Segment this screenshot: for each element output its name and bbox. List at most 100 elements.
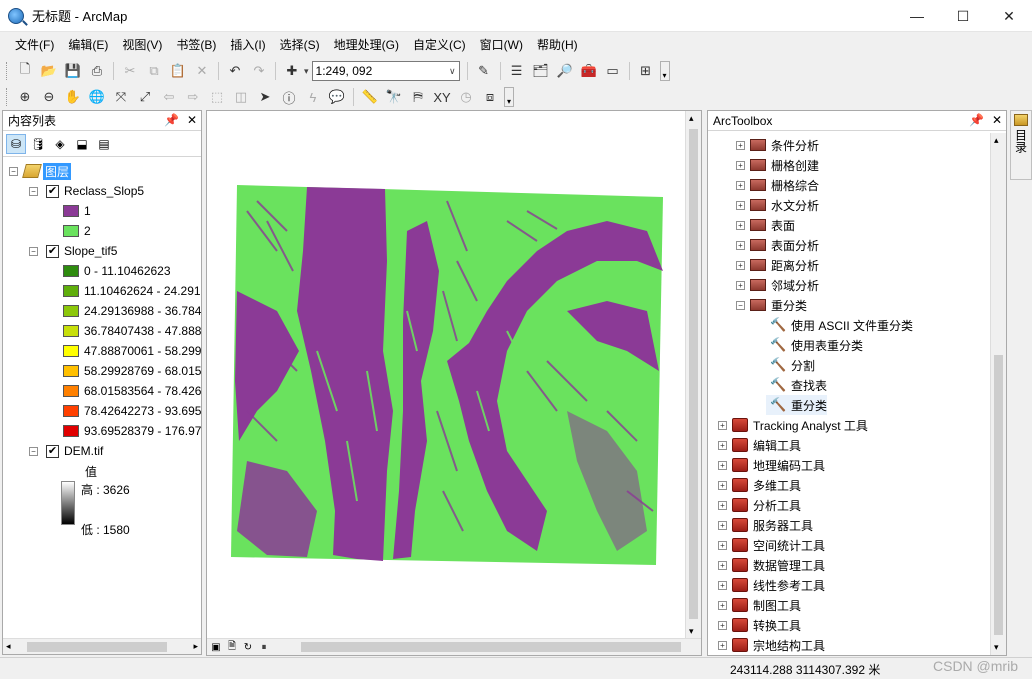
- legend-class[interactable]: 2: [63, 221, 91, 241]
- full-extent-icon[interactable]: 🌐: [87, 87, 107, 107]
- go-to-xy-icon[interactable]: XY: [432, 87, 452, 107]
- arctoolbox-icon[interactable]: 🧰: [579, 61, 599, 81]
- menu-help[interactable]: 帮助(H): [530, 34, 585, 56]
- redo-icon[interactable]: ↷: [249, 61, 269, 81]
- undo-icon[interactable]: ↶: [225, 61, 245, 81]
- forward-extent-icon[interactable]: ⇨: [183, 87, 203, 107]
- print-icon[interactable]: ⎙: [87, 61, 107, 81]
- toolset-item[interactable]: + 表面: [736, 215, 795, 235]
- toolbox-vertical-scrollbar[interactable]: ▴ ▾: [990, 133, 1006, 655]
- map-view[interactable]: ▴ ▾ ▣ 🗎 ↻ ⏸: [206, 110, 702, 656]
- scroll-right-icon[interactable]: ▸: [193, 641, 198, 652]
- layers-root[interactable]: − 图层: [9, 161, 72, 181]
- pause-drawing-icon[interactable]: ⏸: [257, 640, 271, 654]
- layer-name[interactable]: Slope_tif5: [64, 244, 117, 258]
- menu-customize[interactable]: 自定义(C): [406, 34, 473, 56]
- toolset-item[interactable]: + 邻域分析: [736, 275, 819, 295]
- tool-item[interactable]: 🔨 使用 ASCII 文件重分类: [766, 315, 913, 335]
- pan-icon[interactable]: ✋: [63, 87, 83, 107]
- toolbox-item[interactable]: + 多维工具: [718, 475, 801, 495]
- toolbox-item[interactable]: + 转换工具: [718, 615, 801, 635]
- toc-horizontal-scrollbar[interactable]: ◂ ▸: [3, 638, 201, 654]
- table-of-contents-icon[interactable]: ☰: [507, 61, 527, 81]
- data-view-icon[interactable]: ▣: [209, 640, 223, 654]
- scroll-thumb[interactable]: [26, 641, 167, 652]
- toolset-item-reclass[interactable]: − 重分类: [736, 295, 807, 315]
- catalog-side-tab[interactable]: 目录: [1010, 110, 1032, 180]
- scroll-down-icon[interactable]: ▾: [689, 626, 694, 637]
- toolset-item[interactable]: + 表面分析: [736, 235, 819, 255]
- list-by-visibility-icon[interactable]: ◈: [50, 134, 70, 154]
- paste-icon[interactable]: 📋: [168, 61, 188, 81]
- toolbox-item[interactable]: + 服务器工具: [718, 515, 813, 535]
- fixed-zoom-in-icon[interactable]: ⤧: [111, 87, 131, 107]
- modelbuilder-icon[interactable]: ⊞: [636, 61, 656, 81]
- copy-icon[interactable]: ⧉: [144, 61, 164, 81]
- legend-class[interactable]: 47.88870061 - 58.29928768: [63, 341, 201, 361]
- toolbox-item[interactable]: + 空间统计工具: [718, 535, 825, 555]
- toolbar-options-icon[interactable]: ▾: [504, 87, 514, 107]
- map-scale-combo[interactable]: 1:249, 092 ∨: [311, 61, 460, 81]
- toolbox-item[interactable]: + Tracking Analyst 工具: [718, 415, 868, 435]
- clear-selection-icon[interactable]: ◫: [231, 87, 251, 107]
- layer-slope[interactable]: − ✔ Slope_tif5: [29, 241, 117, 261]
- layout-view-icon[interactable]: 🗎: [225, 640, 239, 654]
- pin-icon[interactable]: 📌: [164, 113, 179, 127]
- legend-class[interactable]: 78.42642273 - 93.69528378: [63, 401, 201, 421]
- toolbox-item[interactable]: + 数据管理工具: [718, 555, 825, 575]
- menu-windows[interactable]: 窗口(W): [473, 34, 530, 56]
- close-icon[interactable]: ✕: [992, 113, 1002, 127]
- menu-bookmarks[interactable]: 书签(B): [169, 34, 223, 56]
- options-icon[interactable]: ▤: [94, 134, 114, 154]
- layer-visibility-checkbox[interactable]: ✔: [46, 184, 59, 198]
- delete-icon[interactable]: ✕: [192, 61, 212, 81]
- legend-class[interactable]: 24.29136988 - 36.78407437: [63, 301, 201, 321]
- menu-selection[interactable]: 选择(S): [273, 34, 327, 56]
- menu-file[interactable]: 文件(F): [8, 34, 61, 56]
- tool-item-selected[interactable]: 🔨 重分类: [766, 395, 828, 415]
- minimize-button[interactable]: —: [894, 0, 940, 32]
- zoom-out-icon[interactable]: ⊖: [39, 87, 59, 107]
- layer-name[interactable]: Reclass_Slop5: [64, 184, 144, 198]
- menu-edit[interactable]: 编辑(E): [61, 34, 115, 56]
- menu-insert[interactable]: 插入(I): [223, 34, 272, 56]
- list-by-drawing-order-icon[interactable]: ⛁: [6, 133, 26, 154]
- legend-class[interactable]: 93.69528379 - 176.97: [63, 421, 201, 441]
- list-by-source-icon[interactable]: 🛢: [28, 134, 48, 154]
- select-features-icon[interactable]: ⬚: [207, 87, 227, 107]
- toolset-item[interactable]: + 水文分析: [736, 195, 819, 215]
- map-vertical-scrollbar[interactable]: ▴ ▾: [685, 111, 701, 639]
- toolbox-item[interactable]: + 编辑工具: [718, 435, 801, 455]
- legend-class[interactable]: 68.01583564 - 78.42642272: [63, 381, 201, 401]
- layer-dem[interactable]: − ✔ DEM.tif: [29, 441, 103, 461]
- collapse-icon[interactable]: −: [29, 446, 38, 456]
- legend-class[interactable]: 0 - 11.10462623: [63, 261, 171, 281]
- chevron-down-icon[interactable]: ∨: [449, 66, 456, 77]
- list-by-selection-icon[interactable]: ⬓: [72, 134, 92, 154]
- close-icon[interactable]: ✕: [187, 113, 197, 127]
- add-data-dropdown-icon[interactable]: ▾: [304, 66, 309, 77]
- collapse-icon[interactable]: −: [29, 246, 38, 256]
- scroll-thumb[interactable]: [994, 355, 1003, 635]
- reclass-raster-map[interactable]: [207, 111, 685, 639]
- legend-class[interactable]: 58.29928769 - 68.01583563: [63, 361, 201, 381]
- collapse-icon[interactable]: −: [9, 166, 18, 176]
- scroll-up-icon[interactable]: ▴: [994, 135, 999, 146]
- toolbox-item[interactable]: + 分析工具: [718, 495, 801, 515]
- toolbar-grip[interactable]: [6, 88, 9, 106]
- layer-name[interactable]: DEM.tif: [64, 444, 103, 458]
- toolbar-grip[interactable]: [6, 62, 9, 80]
- catalog-window-icon[interactable]: 🗂: [531, 61, 551, 81]
- open-folder-icon[interactable]: 📂: [39, 61, 59, 81]
- refresh-icon[interactable]: ↻: [241, 640, 255, 654]
- menu-geoprocessing[interactable]: 地理处理(G): [327, 34, 406, 56]
- back-extent-icon[interactable]: ⇦: [159, 87, 179, 107]
- layers-root-label[interactable]: 图层: [43, 162, 72, 180]
- close-button[interactable]: ✕: [986, 0, 1032, 32]
- legend-class[interactable]: 1: [63, 201, 91, 221]
- menu-view[interactable]: 视图(V): [115, 34, 169, 56]
- layer-visibility-checkbox[interactable]: ✔: [46, 444, 59, 458]
- layer-visibility-checkbox[interactable]: ✔: [46, 244, 59, 258]
- tool-item[interactable]: 🔨 使用表重分类: [766, 335, 863, 355]
- scroll-up-icon[interactable]: ▴: [689, 113, 694, 124]
